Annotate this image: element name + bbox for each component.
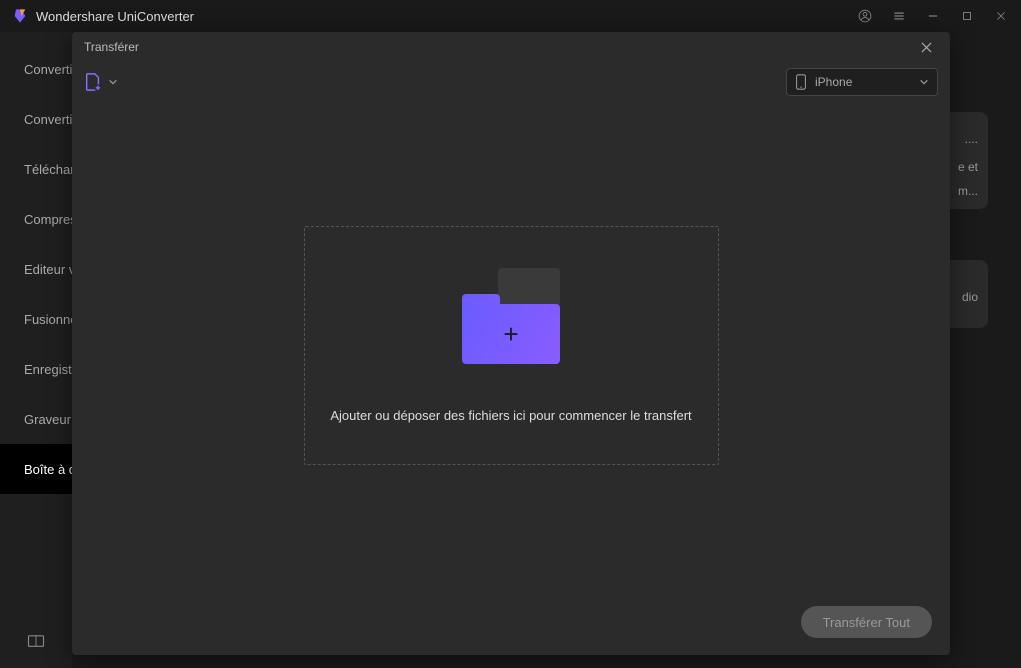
sidebar-item-dvd-burner[interactable]: Graveur de DVD — [0, 394, 72, 444]
sidebar-item-label: Compresseur — [24, 212, 72, 227]
add-files-menu[interactable] — [84, 72, 118, 92]
transfer-all-button[interactable]: Transférer Tout — [801, 606, 932, 638]
app-title: Wondershare UniConverter — [36, 9, 853, 24]
phone-icon — [795, 74, 807, 90]
add-folder-icon: + — [462, 268, 560, 364]
sidebar-item-label: Fusionner — [24, 312, 72, 327]
sidebar-item-toolbox[interactable]: Boîte à outils — [0, 444, 72, 494]
dialog-title: Transférer — [84, 40, 139, 54]
sidebar-item-screen-recorder[interactable]: Enregistreur d'écran — [0, 344, 72, 394]
dialog-body: + Ajouter ou déposer des fichiers ici po… — [72, 102, 950, 589]
transfer-dialog: Transférer iPhone — [72, 32, 950, 655]
device-select[interactable]: iPhone — [786, 68, 938, 96]
chevron-down-icon — [108, 77, 118, 87]
sidebar-item-audio-converter[interactable]: Convertisseur audio — [0, 94, 72, 144]
app-logo-icon — [12, 8, 28, 24]
sidebar-item-downloader[interactable]: Téléchargeur — [0, 144, 72, 194]
title-bar: Wondershare UniConverter — [0, 0, 1021, 32]
sidebar: Convertisseur vidéo Convertisseur audio … — [0, 32, 72, 668]
sidebar-item-video-editor[interactable]: Editeur vidéo — [0, 244, 72, 294]
dropzone[interactable]: + Ajouter ou déposer des fichiers ici po… — [304, 226, 719, 465]
sidebar-item-merge[interactable]: Fusionner — [0, 294, 72, 344]
add-file-icon — [84, 72, 102, 92]
minimize-icon[interactable] — [921, 4, 945, 28]
sidebar-item-label: Convertisseur audio — [24, 112, 72, 127]
sidebar-item-video-converter[interactable]: Convertisseur vidéo — [0, 44, 72, 94]
maximize-icon[interactable] — [955, 4, 979, 28]
dialog-header: Transférer — [72, 32, 950, 62]
device-select-label: iPhone — [815, 75, 911, 89]
sidebar-item-compressor[interactable]: Compresseur — [0, 194, 72, 244]
dialog-toolbar: iPhone — [72, 62, 950, 102]
tutorial-icon[interactable] — [0, 634, 72, 648]
chevron-down-icon — [919, 77, 929, 87]
sidebar-item-label: Enregistreur d'écran — [24, 362, 72, 377]
sidebar-item-label: Graveur de DVD — [24, 412, 72, 427]
close-window-icon[interactable] — [989, 4, 1013, 28]
sidebar-item-label: Téléchargeur — [24, 162, 72, 177]
sidebar-item-label: Convertisseur vidéo — [24, 62, 72, 77]
close-icon[interactable] — [914, 35, 938, 59]
account-icon[interactable] — [853, 4, 877, 28]
sidebar-item-label: Boîte à outils — [24, 462, 72, 477]
menu-icon[interactable] — [887, 4, 911, 28]
sidebar-item-label: Editeur vidéo — [24, 262, 72, 277]
dropzone-text: Ajouter ou déposer des fichiers ici pour… — [330, 408, 691, 423]
dialog-footer: Transférer Tout — [72, 589, 950, 655]
